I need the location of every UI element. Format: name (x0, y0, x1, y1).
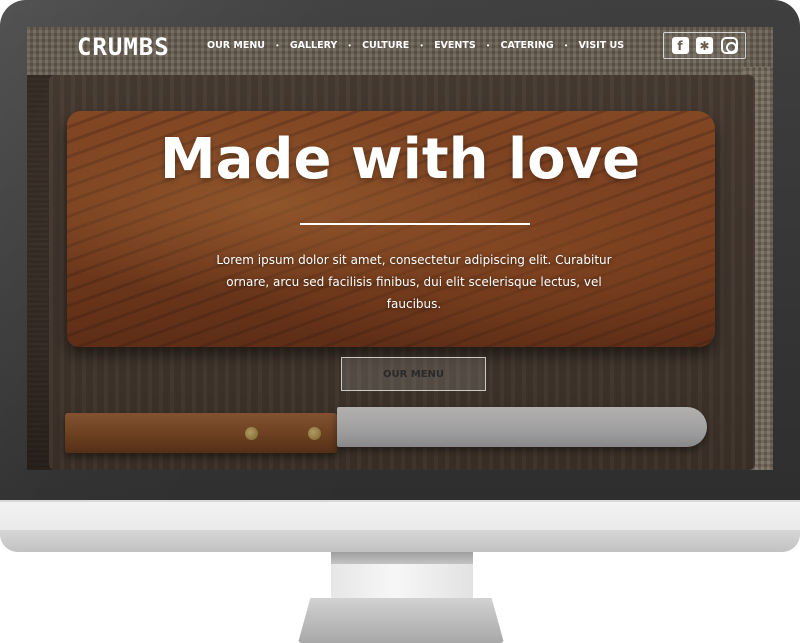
main-nav: OUR MENU • GALLERY • CULTURE • EVENTS • … (207, 40, 624, 51)
hero-divider (300, 223, 530, 225)
nav-item-events[interactable]: EVENTS (434, 40, 476, 51)
facebook-icon[interactable]: f (671, 37, 689, 54)
nav-item-catering[interactable]: CATERING (500, 40, 553, 51)
nav-separator: • (276, 41, 279, 50)
hero-title: Made with love (159, 127, 641, 192)
nav-separator: • (420, 41, 424, 50)
site-header: CRUMBS OUR MENU • GALLERY • CULTURE • EV… (27, 27, 773, 67)
screen: CRUMBS OUR MENU • GALLERY • CULTURE • EV… (27, 27, 773, 470)
nav-item-visit-us[interactable]: VISIT US (578, 40, 624, 51)
nav-separator: • (486, 41, 490, 50)
monitor-stand-base (298, 598, 504, 643)
our-menu-button[interactable]: OUR MENU (341, 357, 486, 391)
nav-item-gallery[interactable]: GALLERY (290, 40, 337, 51)
monitor-chin-edge (0, 530, 800, 552)
social-links: f ✱ (663, 32, 746, 59)
instagram-icon[interactable] (720, 37, 738, 54)
nav-separator: • (348, 41, 352, 50)
hero-description: Lorem ipsum dolor sit amet, consectetur … (216, 253, 612, 311)
yelp-glyph: ✱ (699, 38, 710, 53)
nav-separator: • (564, 41, 568, 50)
facebook-glyph: f (677, 38, 683, 53)
nav-item-our-menu[interactable]: OUR MENU (207, 40, 265, 51)
monitor-stand-joint (331, 552, 473, 564)
site-logo[interactable]: CRUMBS (77, 33, 170, 61)
nav-item-culture[interactable]: CULTURE (362, 40, 409, 51)
yelp-icon[interactable]: ✱ (696, 37, 713, 54)
